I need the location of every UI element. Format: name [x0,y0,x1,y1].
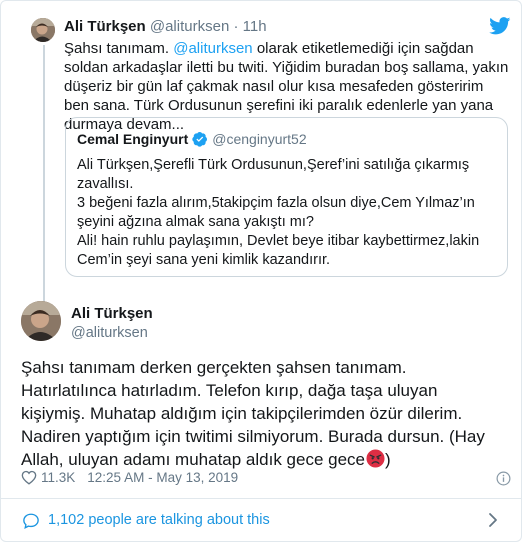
like-action[interactable]: 11.3K 12:25 AM - May 13, 2019 [21,470,238,485]
likes-count[interactable]: 11.3K [41,470,75,485]
verified-badge-icon [192,132,208,147]
quoted-line-1: Ali Türkşen,Şerefli Türk Ordusunun,Şeref… [77,157,470,192]
thread-connector-line [43,45,45,303]
parent-tweet-time[interactable]: 11h [243,18,267,35]
chevron-right-icon[interactable] [488,512,498,528]
main-tweet-header: Ali Türkşen @aliturksen [71,304,153,343]
conversation-footer-link[interactable]: 1,102 people are talking about this [1,499,521,541]
quoted-author-name: Cemal Enginyurt [77,131,189,147]
info-icon[interactable] [496,471,511,486]
main-author-handle[interactable]: @aliturksen [71,324,153,343]
main-author-name[interactable]: Ali Türkşen [71,304,153,323]
parent-author-handle[interactable]: @aliturksen [150,18,229,35]
parent-text-start: Şahsı tanımam. [64,40,174,57]
parent-tweet[interactable]: Ali Türkşen @aliturksen · 11h Şahsı tanı… [1,1,521,303]
mention-link[interactable]: @aliturksen [173,40,252,57]
tweet-timestamp[interactable]: 12:25 AM - May 13, 2019 [87,470,238,485]
people-icon [23,513,39,530]
quoted-tweet[interactable]: Cemal Enginyurt @cenginyurt52 Ali Türkşe… [65,117,508,277]
tweet-stats: 11.3K 12:25 AM - May 13, 2019 [21,470,511,490]
parent-tweet-header: Ali Türkşen @aliturksen · 11h [64,18,267,36]
separator-dot: · [233,18,239,35]
quoted-line-2: 3 beğeni fazla alırım,5takipçim fazla ol… [77,195,475,230]
heart-icon[interactable] [21,470,37,485]
main-tweet-text: Şahsı tanımam derken gerçekten şahsen ta… [21,356,506,471]
main-author-avatar[interactable] [21,301,61,341]
main-tweet-body-end: ) [385,450,391,469]
twitter-bird-icon[interactable] [489,17,511,35]
angry-face-emoji [366,449,385,468]
quoted-author-handle: @cenginyurt52 [212,131,307,147]
quoted-tweet-header: Cemal Enginyurt @cenginyurt52 [77,130,307,148]
talking-about-text[interactable]: 1,102 people are talking about this [48,511,270,529]
quoted-tweet-text: Ali Türkşen,Şerefli Türk Ordusunun,Şeref… [77,156,492,270]
main-tweet-body: Şahsı tanımam derken gerçekten şahsen ta… [21,358,485,469]
parent-author-name[interactable]: Ali Türkşen [64,18,146,35]
embedded-tweet-card: Ali Türkşen @aliturksen · 11h Şahsı tanı… [0,0,522,542]
quoted-line-3: Ali! hain ruhlu paylaşımın, Devlet beye … [77,233,480,268]
parent-author-avatar[interactable] [31,18,55,42]
